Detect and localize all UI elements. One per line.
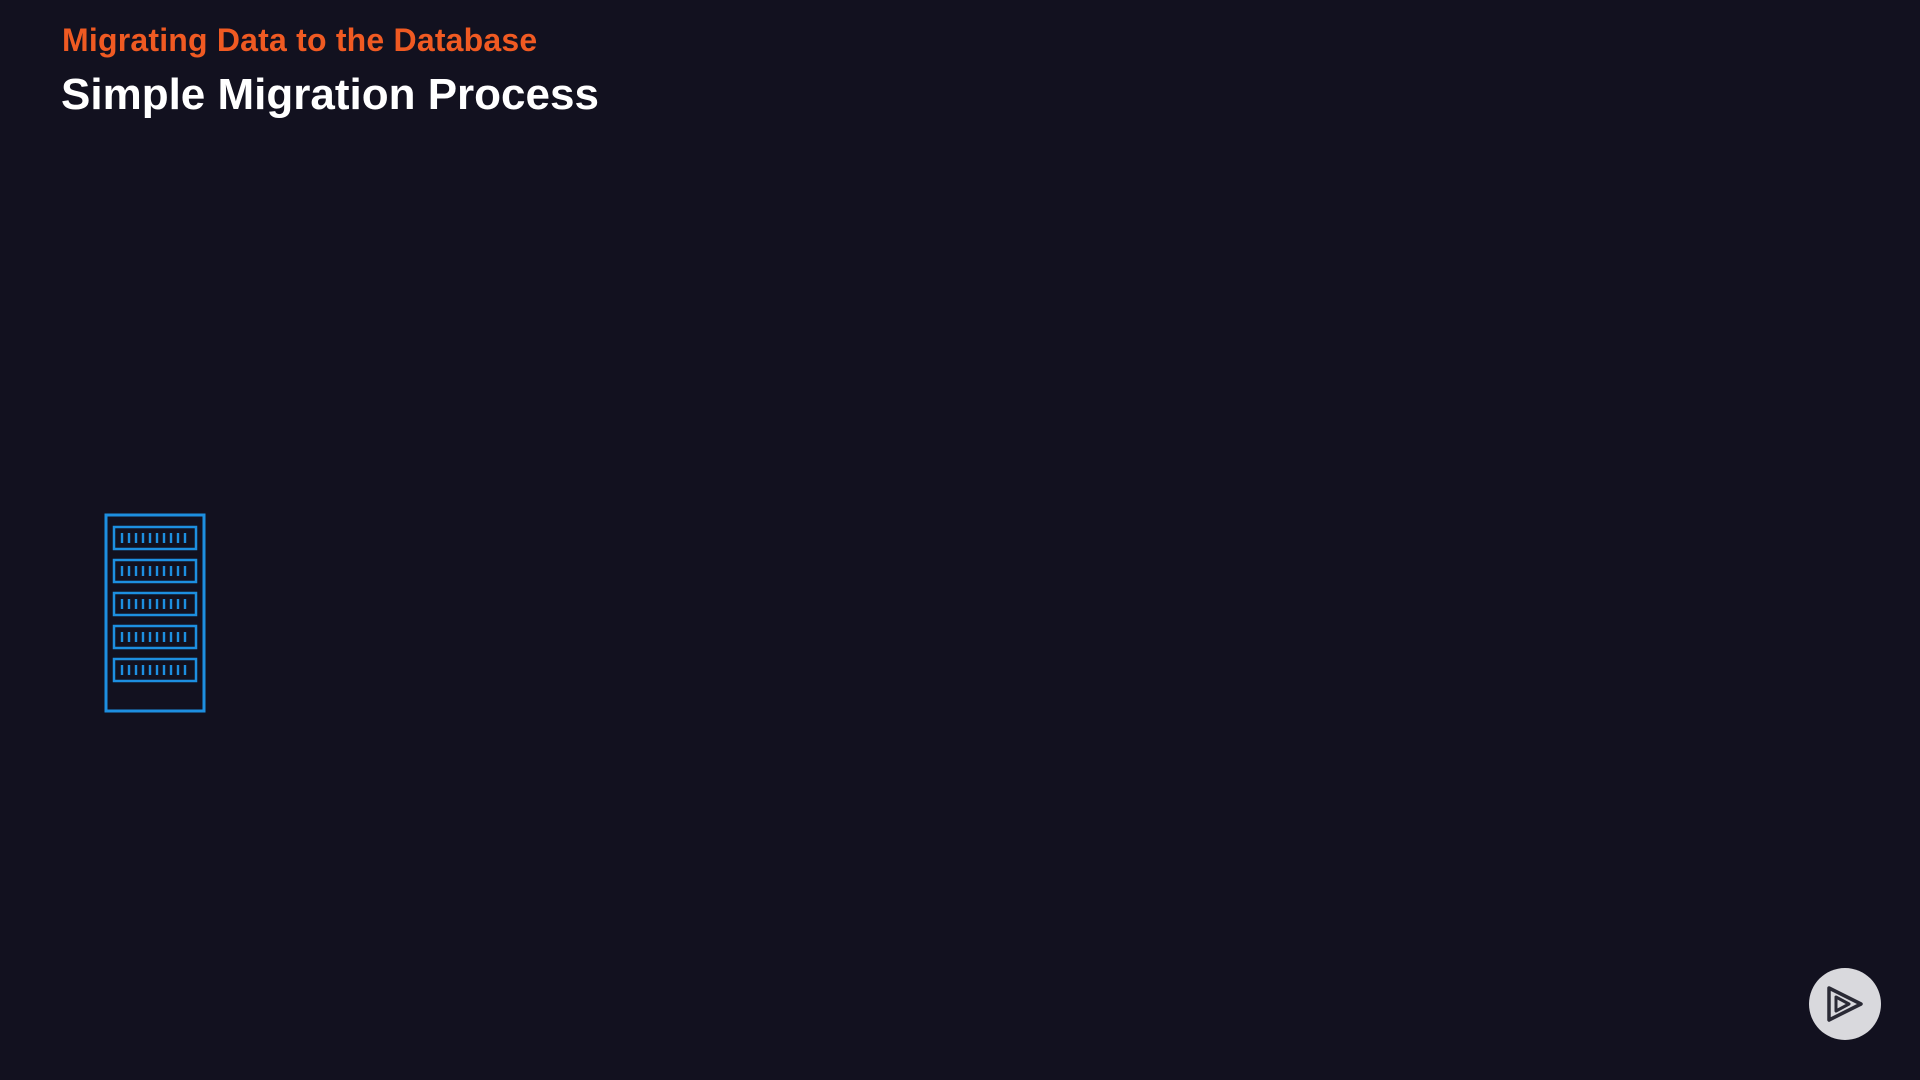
play-logo-button[interactable] (1809, 968, 1881, 1040)
play-logo-icon (1827, 986, 1863, 1022)
server-unit (112, 558, 198, 584)
slide-title: Simple Migration Process (61, 70, 599, 119)
slide: Migrating Data to the Database Simple Mi… (0, 0, 1920, 1080)
server-unit (112, 591, 198, 617)
server-unit (112, 525, 198, 551)
server-unit (112, 624, 198, 650)
server-rack-icon (104, 513, 206, 713)
slide-subtitle: Migrating Data to the Database (62, 22, 538, 58)
server-unit (112, 657, 198, 683)
